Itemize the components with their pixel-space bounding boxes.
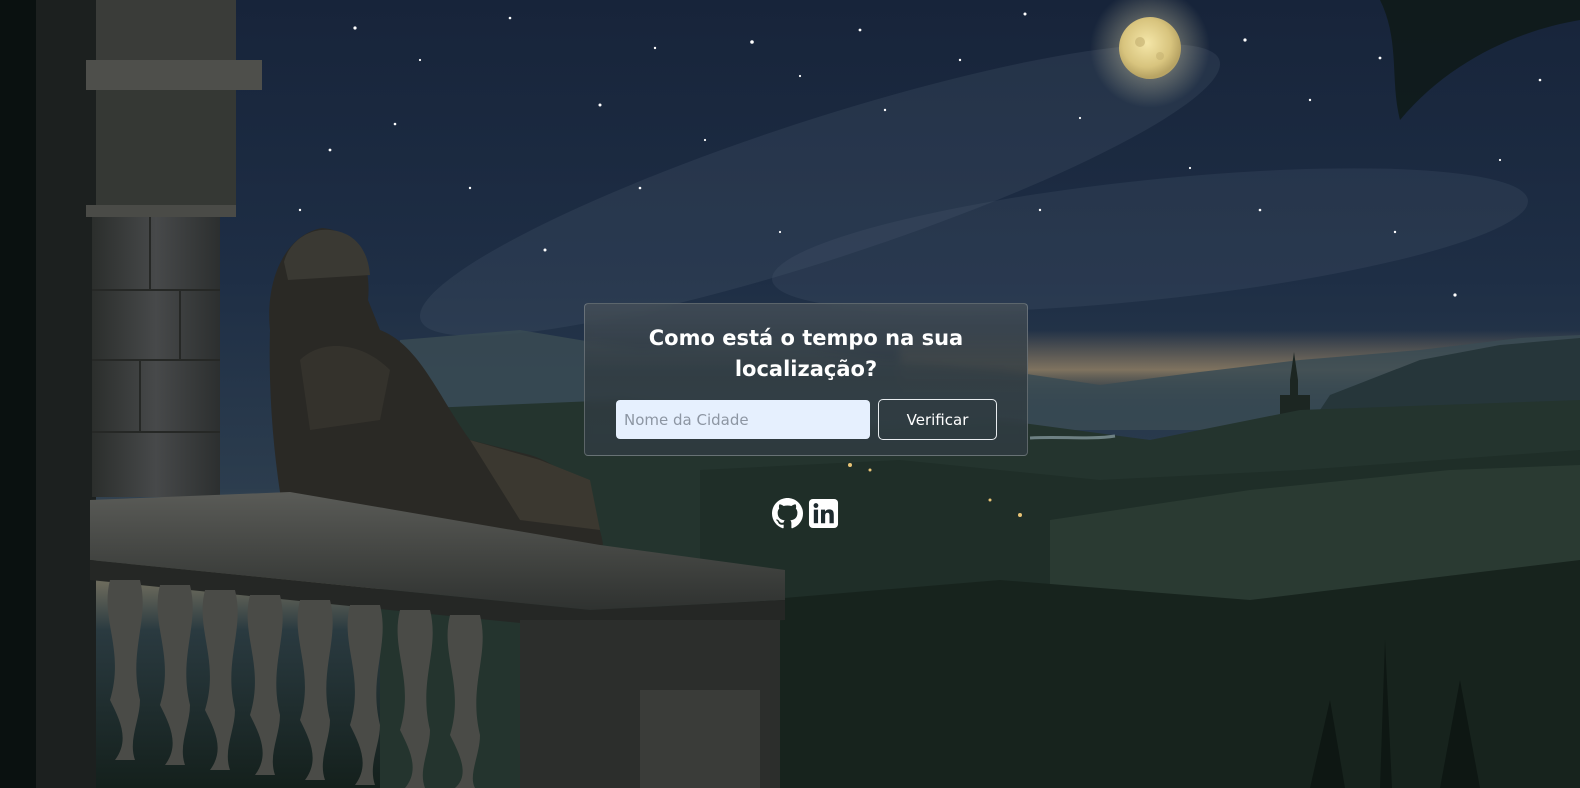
github-link[interactable] <box>772 498 803 529</box>
weather-search-card: Como está o tempo na sua localização? Ve… <box>584 303 1028 456</box>
city-name-input[interactable] <box>616 400 870 439</box>
page-title: Como está o tempo na sua localização? <box>648 326 964 381</box>
linkedin-icon <box>808 498 839 529</box>
linkedin-link[interactable] <box>808 498 839 529</box>
verify-button[interactable]: Verificar <box>878 399 997 440</box>
social-links <box>772 498 839 530</box>
github-icon <box>772 498 803 529</box>
